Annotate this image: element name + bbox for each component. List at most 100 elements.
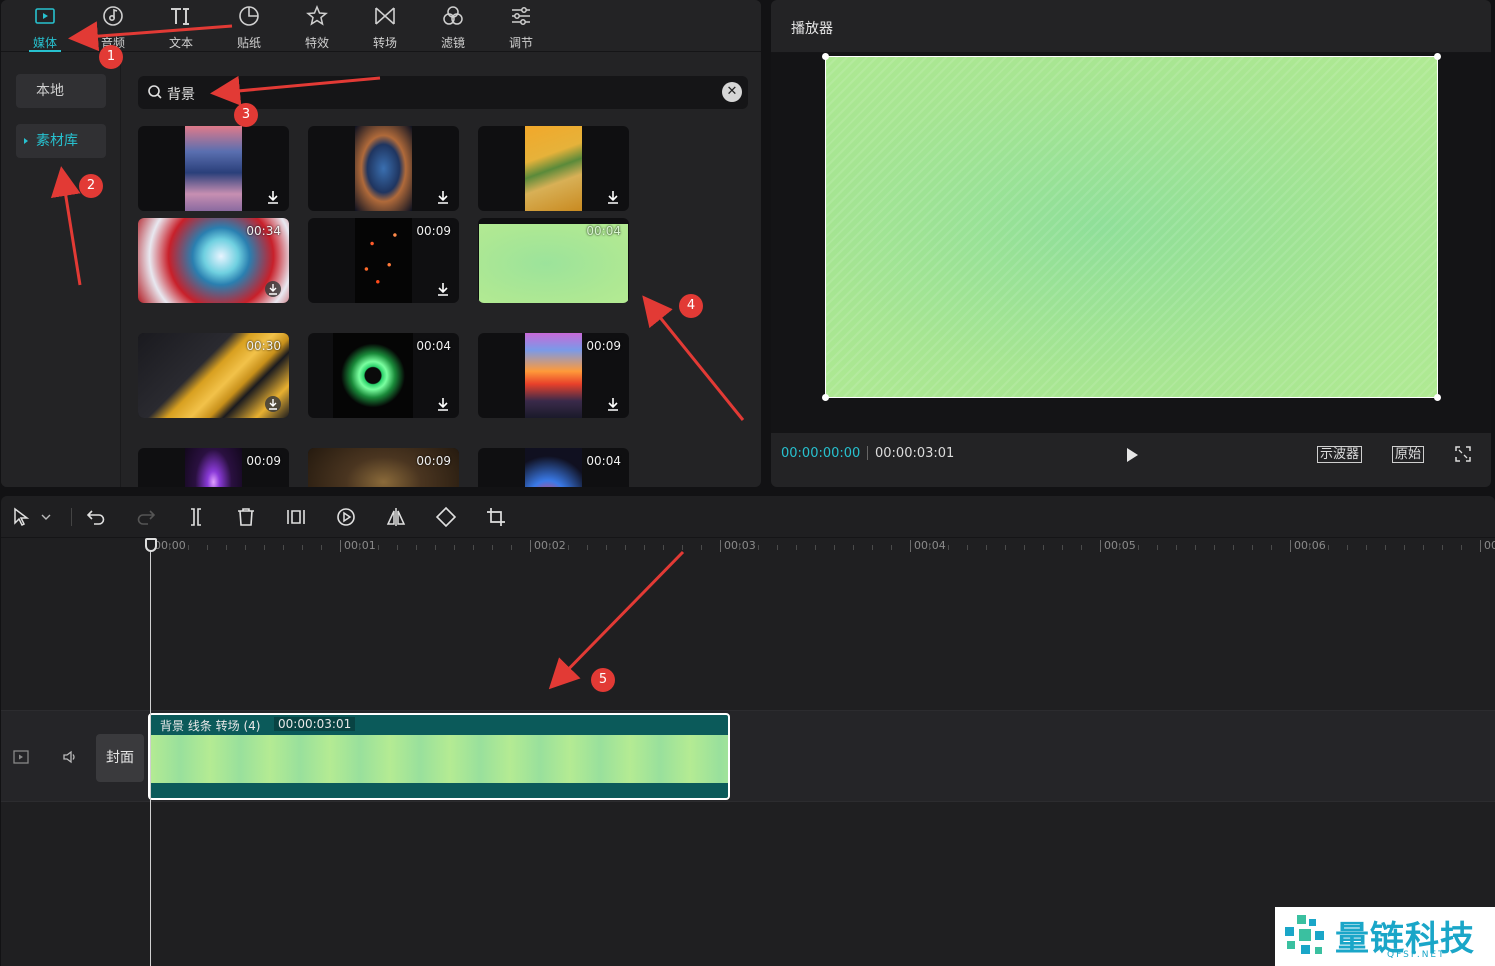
ruler-minor-tick	[1062, 545, 1063, 550]
resize-handle[interactable]	[1434, 53, 1441, 60]
download-icon[interactable]	[605, 189, 621, 205]
duration-label: 00:09	[416, 224, 451, 238]
undo-icon[interactable]	[85, 506, 107, 528]
ruler-minor-tick	[283, 545, 284, 550]
playhead[interactable]	[150, 541, 151, 966]
ruler-minor-tick	[853, 545, 854, 550]
ruler-minor-tick	[264, 545, 265, 550]
ruler-minor-tick	[188, 545, 189, 550]
download-icon[interactable]	[435, 396, 451, 412]
tab-text[interactable]: 文本	[147, 0, 215, 52]
download-icon[interactable]	[265, 396, 281, 412]
split-icon[interactable]	[185, 506, 207, 528]
search-input[interactable]: 背景	[167, 84, 195, 104]
tile-thumbnail	[185, 448, 242, 487]
ruler-minor-tick	[1024, 545, 1025, 550]
ruler-minor-tick	[1252, 545, 1253, 550]
duration-label: 00:34	[246, 224, 281, 238]
freeze-frame-icon[interactable]	[285, 506, 307, 528]
active-indicator	[24, 138, 28, 144]
logo-icon	[1285, 915, 1324, 954]
material-tile[interactable]: 00:34	[138, 218, 289, 303]
current-time: 00:00:00:00	[781, 446, 861, 461]
track-audio-icon[interactable]	[61, 748, 79, 766]
ruler-minor-tick	[1461, 545, 1462, 550]
media-sidebar: 本地 素材库	[1, 53, 121, 487]
annotation-badge: 5	[591, 668, 615, 692]
material-tile[interactable]: 00:30	[138, 333, 289, 418]
chevron-down-icon[interactable]	[39, 506, 53, 528]
time-ruler[interactable]: 00:0000:0100:0200:0300:0400:0500:0600	[1, 538, 1495, 558]
tile-thumbnail	[525, 333, 582, 418]
tab-media[interactable]: 媒体	[11, 0, 79, 52]
fullscreen-icon[interactable]	[1455, 446, 1471, 462]
clear-search-button[interactable]: ✕	[722, 82, 742, 102]
resize-handle[interactable]	[1434, 394, 1441, 401]
ruler-minor-tick	[929, 545, 930, 550]
ruler-label: 00	[1484, 539, 1495, 552]
material-tile[interactable]	[308, 126, 459, 211]
material-tile[interactable]: 00:04	[478, 448, 629, 487]
download-icon[interactable]	[265, 189, 281, 205]
ruler-minor-tick	[397, 545, 398, 550]
redo-icon[interactable]	[135, 506, 157, 528]
resize-handle[interactable]	[822, 394, 829, 401]
timeline-clip[interactable]: 背景 线条 转场 (4) 00:00:03:01	[148, 713, 730, 800]
duration-label: 00:30	[246, 339, 281, 353]
search-bar[interactable]: 背景 ✕	[138, 76, 748, 109]
video-preview[interactable]	[822, 53, 1441, 401]
playhead-handle[interactable]	[145, 538, 157, 552]
ruler-minor-tick	[207, 545, 208, 550]
rotate-icon[interactable]	[435, 506, 457, 528]
ruler-minor-tick	[1081, 545, 1082, 550]
ruler-minor-tick	[1138, 545, 1139, 550]
clip-name: 背景 线条 转场 (4)	[160, 719, 261, 733]
download-icon[interactable]	[605, 396, 621, 412]
material-tile[interactable]: 00:04	[478, 218, 629, 303]
sidebar-item-library[interactable]: 素材库	[16, 124, 106, 158]
tab-filter[interactable]: 滤镜	[419, 0, 487, 52]
duration-label: 00:04	[586, 454, 621, 468]
tab-adjust[interactable]: 调节	[487, 0, 555, 52]
material-tile[interactable]: 00:09	[308, 448, 459, 487]
tab-effects[interactable]: 特效	[283, 0, 351, 52]
scope-button[interactable]: 示波器	[1317, 446, 1363, 463]
play-icon[interactable]	[1123, 446, 1141, 464]
player-panel: 播放器 00:00:00:00 00:00:03:01 示波器 原始	[771, 0, 1491, 487]
tab-label: 转场	[372, 36, 397, 50]
select-cursor-icon[interactable]	[11, 506, 33, 528]
reverse-icon[interactable]	[335, 506, 357, 528]
ruler-major-tick	[910, 540, 911, 552]
sidebar-item-local[interactable]: 本地	[16, 74, 106, 108]
annotation-badge: 1	[99, 45, 123, 69]
download-icon[interactable]	[265, 281, 281, 297]
ruler-minor-tick	[359, 545, 360, 550]
ruler-minor-tick	[834, 545, 835, 550]
material-tile[interactable]: 00:04	[308, 333, 459, 418]
material-tile[interactable]: 00:09	[478, 333, 629, 418]
track-video-icon[interactable]	[12, 748, 30, 766]
delete-icon[interactable]	[235, 506, 257, 528]
material-tile[interactable]: 00:09	[138, 448, 289, 487]
ruler-minor-tick	[1404, 545, 1405, 550]
download-icon[interactable]	[435, 281, 451, 297]
ruler-minor-tick	[1385, 545, 1386, 550]
ruler-minor-tick	[1347, 545, 1348, 550]
tab-label: 特效	[304, 36, 329, 50]
cover-button[interactable]: 封面	[96, 734, 144, 782]
tab-transition[interactable]: 转场	[351, 0, 419, 52]
material-grid: 00:34 00:09 00:04 00:30 00:04 00:09 00:0…	[138, 126, 658, 487]
watermark: 量链科技 QFSP.NET	[1275, 907, 1495, 966]
material-tile[interactable]	[478, 126, 629, 211]
ruler-minor-tick	[1328, 545, 1329, 550]
crop-icon[interactable]	[485, 506, 507, 528]
tab-sticker[interactable]: 贴纸	[215, 0, 283, 52]
time-separator	[867, 446, 868, 460]
material-tile[interactable]: 00:09	[308, 218, 459, 303]
download-icon[interactable]	[435, 189, 451, 205]
timeline-panel: 00:0000:0100:0200:0300:0400:0500:0600 封面…	[1, 496, 1495, 966]
original-ratio-button[interactable]: 原始	[1392, 446, 1425, 463]
resize-handle[interactable]	[822, 53, 829, 60]
material-tile[interactable]	[138, 126, 289, 211]
mirror-icon[interactable]	[385, 506, 407, 528]
